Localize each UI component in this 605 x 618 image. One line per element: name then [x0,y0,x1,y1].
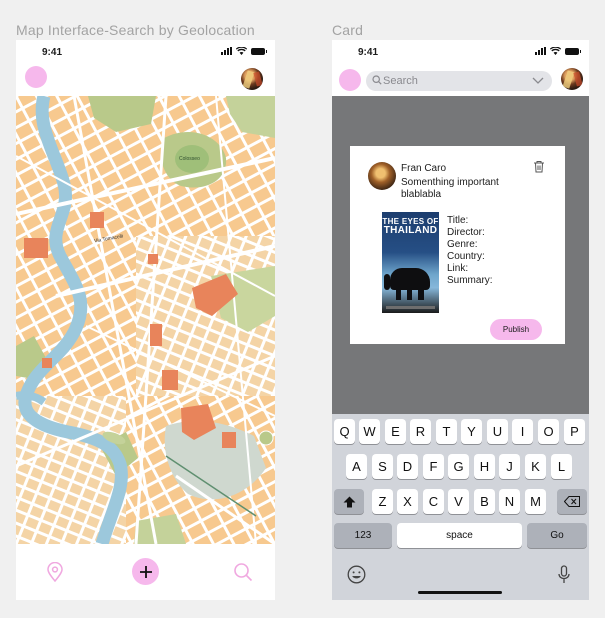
key-a[interactable]: A [346,454,367,479]
field-genre: Genre: [447,239,478,250]
key-k[interactable]: K [525,454,546,479]
elephant-silhouette [384,268,430,300]
card-screen: 9:41 Search Fran Caro Somenthing importa… [332,40,589,600]
key-w[interactable]: W [359,419,380,444]
field-link: Link: [447,263,469,274]
battery-icon [251,47,267,55]
trash-icon[interactable] [533,160,545,173]
go-key[interactable]: Go [527,523,587,548]
map-graphic [16,96,275,544]
key-h[interactable]: H [474,454,495,479]
plus-icon [139,565,152,578]
poster-footer [386,306,435,309]
emoji-icon[interactable] [347,565,366,584]
backspace-icon [564,496,580,507]
frame-title-card: Card [332,22,364,38]
field-director: Director: [447,227,485,238]
modal-backdrop[interactable]: Fran Caro Somenthing important blablabla… [332,96,589,414]
key-l[interactable]: L [551,454,572,479]
chevron-down-icon[interactable] [532,75,544,85]
status-time: 9:41 [358,47,379,58]
status-time: 9:41 [42,47,63,58]
status-icons [535,47,581,55]
menu-circle-button[interactable] [25,66,47,88]
key-v[interactable]: V [448,489,469,514]
key-x[interactable]: X [397,489,418,514]
key-t[interactable]: T [436,419,457,444]
numbers-key[interactable]: 123 [334,523,392,548]
microphone-icon[interactable] [558,565,570,584]
key-z[interactable]: Z [372,489,393,514]
map-screen: 9:41 Via Tomacelli Colosseo [16,40,275,600]
tab-location[interactable] [41,558,69,586]
user-avatar[interactable] [241,68,263,90]
key-f[interactable]: F [423,454,444,479]
status-bar: 9:41 [332,40,589,66]
shift-icon [343,496,355,507]
search-input[interactable]: Search [366,71,552,91]
key-n[interactable]: N [499,489,520,514]
city-map[interactable]: Via Tomacelli Colosseo [16,96,275,544]
key-c[interactable]: C [423,489,444,514]
field-country: Country: [447,251,485,262]
publish-button[interactable]: Publish [490,319,542,340]
signal-icon [535,47,546,55]
post-card: Fran Caro Somenthing important blablabla… [350,146,565,344]
location-pin-icon [47,562,63,582]
key-p[interactable]: P [564,419,585,444]
key-i[interactable]: I [512,419,533,444]
movie-poster: THE EYES OF THAILAND [382,212,439,313]
on-screen-keyboard: Q W E R T Y U I O P A S D F G H J K L Z … [332,414,589,600]
field-title: Title: [447,215,469,226]
key-s[interactable]: S [372,454,393,479]
key-b[interactable]: B [474,489,495,514]
poster-title-line2: THAILAND [383,225,438,236]
key-q[interactable]: Q [334,419,355,444]
key-o[interactable]: O [538,419,559,444]
key-e[interactable]: E [385,419,406,444]
frame-title-map: Map Interface-Search by Geolocation [16,22,255,38]
add-button[interactable] [132,558,159,585]
post-text: Somenthing important blablabla [401,177,499,200]
key-m[interactable]: M [525,489,546,514]
key-y[interactable]: Y [461,419,482,444]
author-name: Fran Caro [401,163,447,174]
key-r[interactable]: R [410,419,431,444]
map-label-landmark: Colosseo [179,156,200,162]
shift-key[interactable] [334,489,364,514]
movie-fields: Title: Director: Genre: Country: Link: S… [447,215,493,287]
bottom-tab-bar [16,544,275,600]
tab-search[interactable] [229,558,257,586]
user-avatar[interactable] [561,68,583,90]
status-bar: 9:41 [16,40,275,66]
search-icon [372,75,382,85]
battery-icon [565,47,581,55]
space-key[interactable]: space [397,523,522,548]
backspace-key[interactable] [557,489,587,514]
signal-icon [221,47,232,55]
home-indicator [418,591,502,594]
wifi-icon [550,47,561,55]
key-d[interactable]: D [397,454,418,479]
status-icons [221,47,267,55]
key-j[interactable]: J [499,454,520,479]
field-summary: Summary: [447,275,493,286]
search-icon [234,563,253,582]
key-g[interactable]: G [448,454,469,479]
menu-circle-button[interactable] [339,69,361,91]
wifi-icon [236,47,247,55]
key-u[interactable]: U [487,419,508,444]
author-avatar [368,162,396,190]
search-placeholder: Search [383,75,418,87]
